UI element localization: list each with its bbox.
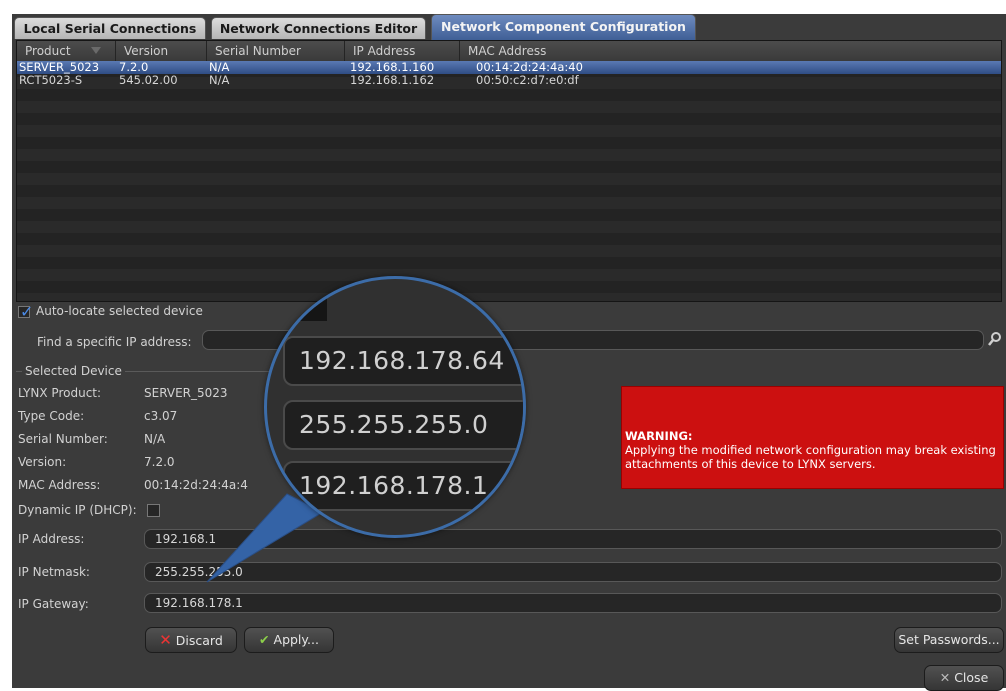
network-config-window: Local Serial Connections Network Connect…	[12, 14, 1006, 691]
col-mac-address[interactable]: MAC Address	[460, 41, 1001, 61]
auto-locate-checkbox[interactable]: ✓	[18, 302, 33, 321]
ip-address-label: IP Address:	[18, 532, 85, 546]
cell-mac: 00:50:c2:d7:e0:df	[476, 73, 579, 87]
type-code-value: c3.07	[144, 409, 178, 423]
serial-number-value: N/A	[144, 432, 166, 446]
auto-locate-label: Auto-locate selected device	[36, 304, 203, 318]
x-icon: ✕	[159, 631, 172, 649]
discard-button[interactable]: ✕ Discard	[145, 627, 237, 653]
dhcp-label: Dynamic IP (DHCP):	[18, 503, 137, 517]
apply-check-icon: ✔	[259, 632, 270, 647]
selected-device-title: Selected Device	[22, 364, 125, 378]
zoom-netmask-field: 255.255.255.0	[283, 400, 523, 450]
col-serial-number[interactable]: Serial Number	[207, 41, 345, 61]
dhcp-checkbox[interactable]	[147, 504, 160, 517]
col-product[interactable]: Product	[17, 41, 116, 61]
lynx-product-label: LYNX Product:	[18, 386, 102, 400]
close-button[interactable]: ✕ Close	[924, 665, 1004, 691]
col-version[interactable]: Version	[116, 41, 207, 61]
zoom-magnifier: 192.168.178.64 255.255.255.0 192.168.178…	[264, 276, 526, 538]
tab-bar: Local Serial Connections Network Connect…	[12, 14, 1006, 40]
tab-local-serial[interactable]: Local Serial Connections	[14, 17, 206, 39]
zoom-dark-block	[295, 287, 327, 321]
device-table[interactable]: Product Version Serial Number IP Address…	[16, 40, 1002, 302]
lynx-product-value: SERVER_5023	[144, 386, 228, 400]
warning-text: Applying the modified network configurat…	[625, 443, 996, 471]
zoom-gateway-field: 192.168.178.1	[283, 461, 523, 511]
ip-gateway-input[interactable]: 192.168.178.1	[144, 593, 1002, 613]
sort-arrow-icon	[91, 47, 101, 54]
tab-network-editor[interactable]: Network Connections Editor	[211, 17, 426, 39]
version-value: 7.2.0	[144, 455, 175, 469]
ip-gateway-label: IP Gateway:	[18, 597, 89, 611]
ip-netmask-label: IP Netmask:	[18, 565, 90, 579]
table-header: Product Version Serial Number IP Address…	[17, 41, 1001, 62]
version-label: Version:	[18, 455, 67, 469]
zoom-ip-field: 192.168.178.64	[283, 336, 523, 386]
close-icon: ✕	[939, 670, 951, 685]
find-ip-label: Find a specific IP address:	[37, 335, 192, 349]
mac-address-label: MAC Address:	[18, 478, 101, 492]
col-ip-address[interactable]: IP Address	[345, 41, 460, 61]
warning-box: WARNING: Applying the modified network c…	[621, 386, 1004, 489]
warning-title: WARNING:	[625, 429, 693, 443]
set-passwords-button[interactable]: Set Passwords...	[894, 627, 1004, 653]
serial-number-label: Serial Number:	[18, 432, 108, 446]
search-icon[interactable]	[988, 331, 1002, 347]
cell-serial: N/A	[209, 73, 230, 87]
tab-component-config[interactable]: Network Component Configuration	[431, 14, 696, 40]
checkmark-icon: ✓	[20, 302, 34, 321]
cell-version: 545.02.00	[119, 73, 178, 87]
cell-product: RCT5023-S	[19, 73, 83, 87]
type-code-label: Type Code:	[18, 409, 85, 423]
apply-button[interactable]: ✔ Apply...	[244, 627, 334, 653]
cell-ip: 192.168.1.162	[350, 73, 435, 87]
table-row[interactable]: RCT5023-S 545.02.00 N/A 192.168.1.162 00…	[17, 74, 1001, 87]
